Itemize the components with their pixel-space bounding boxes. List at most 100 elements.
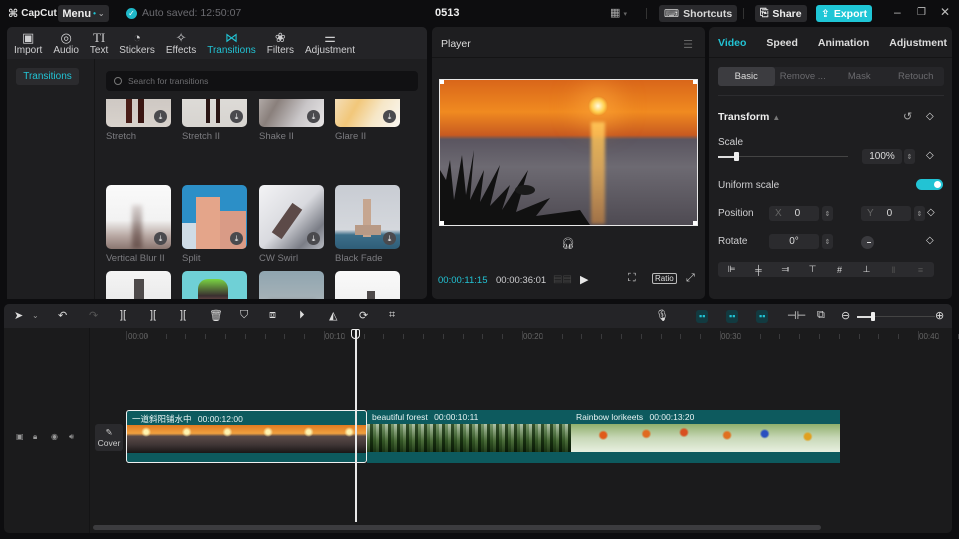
download-icon[interactable]: ⤓ [154,232,167,245]
ratio-button[interactable]: Ratio [652,273,677,284]
play-button[interactable]: ▶ [580,273,588,286]
tab-text[interactable]: TI Text [86,27,112,59]
tab-adjustment[interactable]: Adjustment [889,37,947,57]
subtab-remove[interactable]: Remove ... [775,67,832,86]
align-top-icon[interactable]: ⊤ [799,262,826,277]
tab-speed[interactable]: Speed [766,37,798,57]
align-center-h-icon[interactable]: ╪ [745,262,772,277]
align-center-v-icon[interactable]: # [826,262,853,277]
transition-tile[interactable]: ⤓ Black Fade [335,185,400,264]
uniform-scale-toggle[interactable] [916,179,943,190]
split-icon[interactable]: ][ [120,309,126,321]
menu-icon[interactable]: ☰ [683,38,693,51]
download-icon[interactable]: ⤓ [307,110,320,123]
subtab-retouch[interactable]: Retouch [888,67,945,86]
restore-button[interactable]: ❐ [917,7,926,18]
scale-slider[interactable] [718,152,848,161]
transition-tile[interactable]: ⤓ Vertical Blur II [106,185,171,264]
transition-tile[interactable]: ⤓ Split [182,185,247,264]
shortcuts-button[interactable]: ⌨ Shortcuts [659,5,738,22]
zoom-out-icon[interactable]: ⊖ [841,309,850,322]
transition-tile[interactable]: ⤓ [335,271,400,299]
timeline-ruler[interactable]: 00:00 00:10 00:20 00:30 00:40 [90,328,959,344]
download-icon[interactable]: ⤓ [383,232,396,245]
transition-tile[interactable]: ⤓ Shake II [259,99,324,142]
align-bottom-icon[interactable]: ⊥ [853,262,880,277]
keyframe-icon[interactable]: ◇ [926,111,934,122]
cover-button[interactable]: ✎ Cover [95,424,123,451]
playhead[interactable] [355,330,357,522]
crop-icon[interactable]: ⌗ [389,309,395,322]
zoom-fit-icon[interactable]: ⛶ [628,272,636,285]
rotate-stepper[interactable]: ⇕ [822,234,833,249]
fullscreen-icon[interactable]: ⤢ [686,272,695,285]
transition-tile[interactable]: ⤓ [106,271,171,299]
keyframe-icon[interactable]: ◇ [926,150,934,161]
download-icon[interactable]: ⤓ [307,232,320,245]
transition-tile[interactable]: ⤓ Stretch [106,99,171,142]
split-left-icon[interactable]: ][ [150,309,156,321]
timeline-horizontal-scrollbar[interactable] [93,525,821,530]
keyframe-icon[interactable]: ◇ [926,235,934,246]
mirror-icon[interactable]: ◭ [329,309,337,322]
tab-filters[interactable]: ❀ Filters [263,27,298,59]
microphone-icon[interactable]: 🎙︎ [655,309,669,322]
lock-icon[interactable]: 🔒︎ [33,432,37,442]
download-icon[interactable]: ⤓ [230,110,243,123]
transition-tile[interactable]: ⤓ CW Swirl [259,185,324,264]
export-button[interactable]: ⇪ Export [816,5,873,22]
rotate-input[interactable]: 0° [769,234,819,249]
transition-tile[interactable]: ⤓ [259,271,324,299]
mask-icon[interactable]: ⛉ [240,309,248,322]
download-icon[interactable]: ⤓ [383,110,396,123]
minimize-button[interactable]: – [894,5,901,19]
align-left-icon[interactable]: ⊫ [718,262,745,277]
download-icon[interactable]: ⤓ [230,232,243,245]
headphones-icon[interactable]: 🎧︎ [561,237,575,250]
tab-stickers[interactable]: ◔ Stickers [115,27,159,59]
eye-icon[interactable]: ◉ [51,432,58,441]
align-right-icon[interactable]: ⫥ [772,262,799,277]
video-preview[interactable] [439,79,698,226]
tab-video[interactable]: Video [718,37,746,57]
chevron-down-icon[interactable]: ⌄ [32,311,39,320]
scale-input[interactable]: 100% [862,149,902,164]
position-x-input[interactable]: X 0 [769,206,819,221]
main-track-magnet-icon[interactable]: ▪▪ [696,310,709,323]
subtab-basic[interactable]: Basic [718,67,775,86]
distribute-v-icon[interactable]: ≡ [907,262,934,277]
menu-button[interactable]: Menu • ⌄ [58,5,109,22]
search-input[interactable]: Search for transitions [106,71,418,91]
transition-tile[interactable]: ⤓ Glare II [335,99,400,142]
tab-effects[interactable]: ✧ Effects [162,27,200,59]
preview-axis-icon[interactable]: ⧉ [817,309,825,322]
transition-tile[interactable]: ⤓ [182,271,247,299]
subtab-mask[interactable]: Mask [831,67,888,86]
distribute-h-icon[interactable]: ‖ [880,262,907,277]
transition-tile[interactable]: ⤓ Stretch II [182,99,247,142]
sidebar-item-transitions[interactable]: Transitions [16,68,79,85]
linkage-icon[interactable]: ▪▪ [756,310,769,323]
position-y-stepper[interactable]: ⇕ [914,206,925,221]
timeline-clip[interactable]: Rainbow lorikeets 00:00:13:20 [571,410,840,463]
auto-snap-icon[interactable]: ▪▪ [726,310,739,323]
timeline-clip[interactable]: 一道斜阳铺水中 00:00:12:00 [126,410,367,463]
scale-slider-handle[interactable] [734,152,740,161]
reverse-play-icon[interactable]: ⏵ [299,309,305,322]
tab-transitions[interactable]: ⋈ Transitions [203,27,260,59]
zoom-slider-handle[interactable] [870,312,875,321]
rotate-dial[interactable] [861,236,874,249]
keyframe-icon[interactable]: ◇ [927,207,935,218]
select-cursor-icon[interactable]: ➤ [14,309,23,322]
track-video-icon[interactable]: ▣ [16,432,24,441]
timeline-clip[interactable]: beautiful forest 00:00:10:11 [367,410,571,463]
rotate-icon[interactable]: ⟳ [359,309,368,322]
scale-stepper[interactable]: ⇕ [904,149,915,164]
freeze-icon[interactable]: ⧈ [269,309,276,322]
redo-icon[interactable]: ↷ [89,309,98,322]
layout-button[interactable]: ▦ ▾ [610,6,627,19]
delete-icon[interactable]: 🗑︎ [209,309,223,322]
audio-mute-icon[interactable]: 🔊︎ [69,432,74,442]
split-right-icon[interactable]: ][ [180,309,186,321]
timeline-zoom-slider[interactable] [857,312,935,321]
